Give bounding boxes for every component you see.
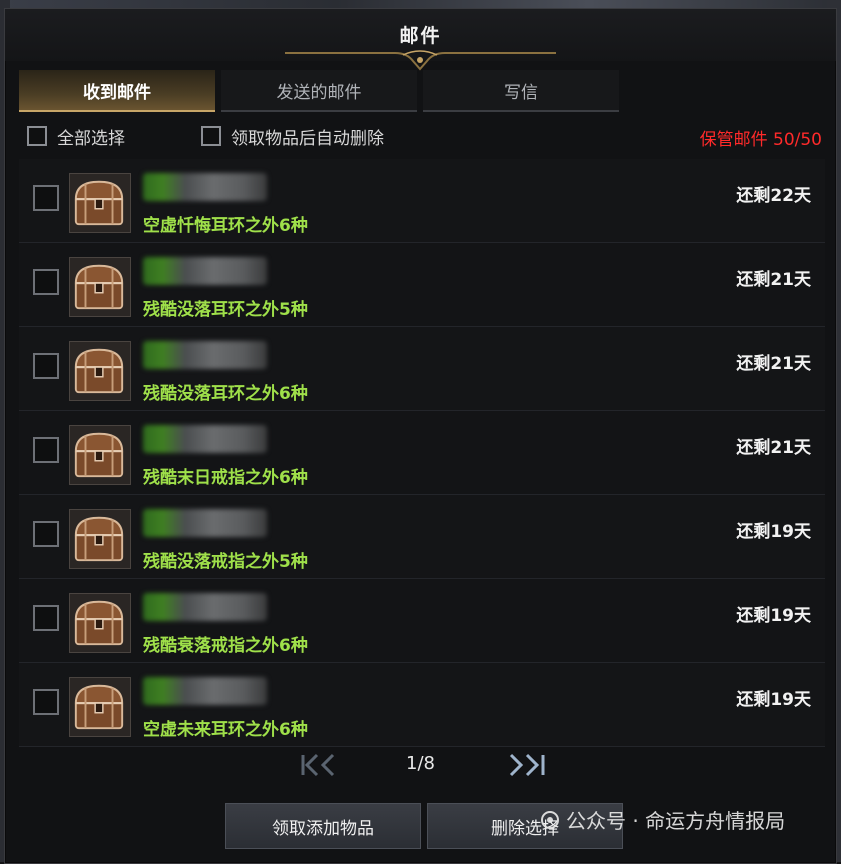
mail-subject: 空虚未来耳环之外6种 [143, 720, 308, 740]
tab-bar: 收到邮件 发送的邮件 写信 [19, 70, 619, 112]
select-all-checkbox[interactable] [27, 126, 47, 146]
row-checkbox[interactable] [33, 353, 59, 379]
chest-icon [69, 509, 131, 569]
mail-row[interactable]: 残酷末日戒指之外6种 还剩21天 [19, 411, 825, 495]
mail-subject: 残酷没落耳环之外5种 [143, 300, 308, 320]
mail-subject: 残酷没落戒指之外5种 [143, 552, 308, 572]
select-all-label: 全部选择 [57, 128, 125, 149]
sender-name-blurred [143, 341, 267, 369]
chest-icon [69, 341, 131, 401]
mail-row[interactable]: 空虚忏悔耳环之外6种 还剩22天 [19, 159, 825, 243]
sender-name-blurred [143, 593, 267, 621]
tab-sent[interactable]: 发送的邮件 [221, 70, 417, 112]
mail-row[interactable]: 残酷没落耳环之外5种 还剩21天 [19, 243, 825, 327]
receive-items-button[interactable]: 领取添加物品 [225, 803, 421, 849]
watermark: 公众号 · 命运方舟情报局 [540, 805, 785, 834]
mail-subject: 残酷衰落戒指之外6种 [143, 636, 308, 656]
row-checkbox[interactable] [33, 689, 59, 715]
mail-row[interactable]: 残酷没落戒指之外5种 还剩19天 [19, 495, 825, 579]
mail-row[interactable]: 残酷衰落戒指之外6种 还剩19天 [19, 579, 825, 663]
storage-count: 保管邮件 50/50 [699, 130, 822, 150]
last-page-icon[interactable] [503, 751, 549, 779]
sender-name-blurred [143, 173, 267, 201]
auto-delete-option[interactable]: 领取物品后自动删除 [201, 123, 384, 149]
chest-icon [69, 425, 131, 485]
days-remaining: 还剩22天 [736, 186, 811, 206]
auto-delete-checkbox[interactable] [201, 126, 221, 146]
watermark-text: 公众号 · 命运方舟情报局 [566, 809, 786, 833]
mail-subject: 残酷没落耳环之外6种 [143, 384, 308, 404]
pagination: 1/8 [5, 747, 836, 783]
row-checkbox[interactable] [33, 605, 59, 631]
days-remaining: 还剩19天 [736, 690, 811, 710]
days-remaining: 还剩19天 [736, 522, 811, 542]
mail-subject: 残酷末日戒指之外6种 [143, 468, 308, 488]
days-remaining: 还剩19天 [736, 606, 811, 626]
tab-compose[interactable]: 写信 [423, 70, 619, 112]
sender-name-blurred [143, 509, 267, 537]
tab-received[interactable]: 收到邮件 [19, 70, 215, 112]
sender-name-blurred [143, 677, 267, 705]
sender-name-blurred [143, 425, 267, 453]
row-checkbox[interactable] [33, 521, 59, 547]
wechat-icon [541, 810, 559, 829]
chest-icon [69, 677, 131, 737]
days-remaining: 还剩21天 [736, 270, 811, 290]
mail-row[interactable]: 残酷没落耳环之外6种 还剩21天 [19, 327, 825, 411]
select-all-option[interactable]: 全部选择 [27, 123, 125, 149]
title-bar: 邮件 [5, 9, 836, 71]
chest-icon [69, 173, 131, 233]
chest-icon [69, 257, 131, 317]
mail-list: 空虚忏悔耳环之外6种 还剩22天 残酷没落耳环之外5种 还剩21天 残酷没落耳环… [19, 159, 825, 747]
window-title: 邮件 [399, 25, 442, 47]
mail-subject: 空虚忏悔耳环之外6种 [143, 216, 308, 236]
sender-name-blurred [143, 257, 267, 285]
mail-window: 邮件 收到邮件 发送的邮件 写信 全部选择 领取物品后自动删除 保管邮件 50/… [4, 8, 837, 864]
days-remaining: 还剩21天 [736, 354, 811, 374]
days-remaining: 还剩21天 [736, 438, 811, 458]
page-number: 1/8 [406, 753, 435, 774]
auto-delete-label: 领取物品后自动删除 [231, 128, 384, 149]
mail-row[interactable]: 空虚未来耳环之外6种 还剩19天 [19, 663, 825, 747]
chest-icon [69, 593, 131, 653]
row-checkbox[interactable] [33, 437, 59, 463]
row-checkbox[interactable] [33, 269, 59, 295]
row-checkbox[interactable] [33, 185, 59, 211]
